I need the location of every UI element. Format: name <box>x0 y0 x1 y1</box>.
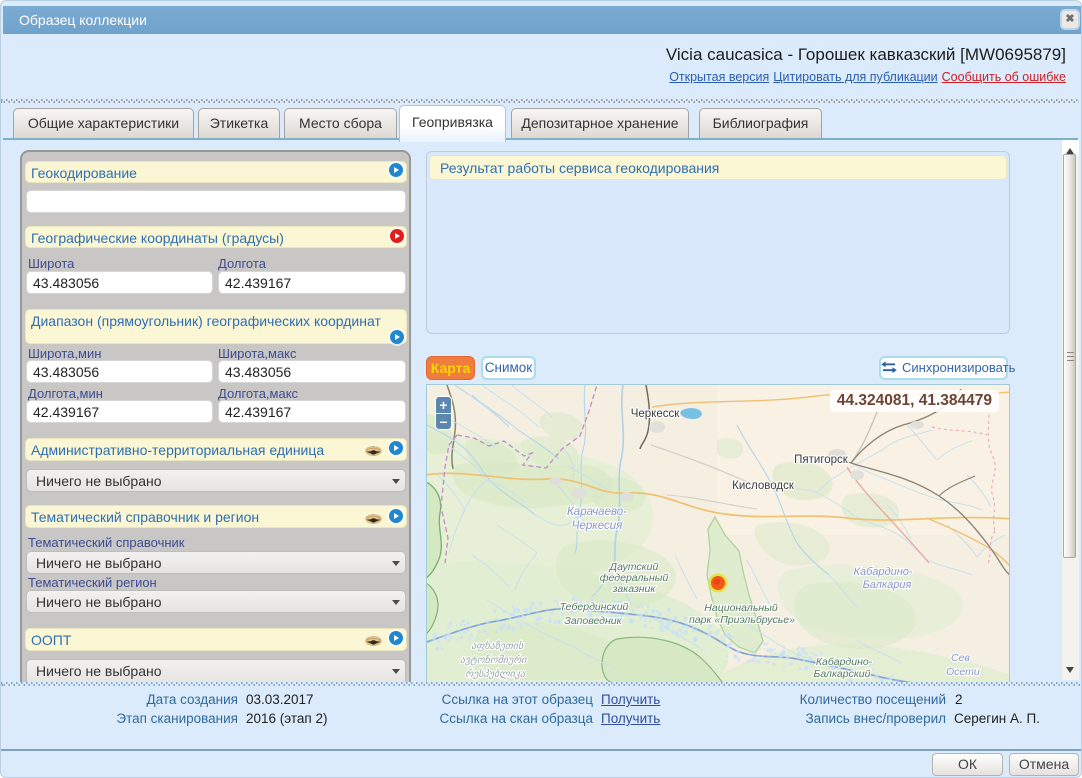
svg-text:Кабардино-: Кабардино- <box>816 656 873 668</box>
svg-text:Балкария: Балкария <box>863 579 912 591</box>
svg-text:Балкарский: Балкарский <box>813 668 870 680</box>
svg-text:Тебердинский: Тебердинский <box>560 601 629 613</box>
svg-text:заказник: заказник <box>612 583 657 595</box>
svg-text:აფხაზეთის: აფხაზეთის <box>471 640 524 652</box>
svg-text:Кисловодск: Кисловодск <box>732 480 795 492</box>
svg-text:ავტონომიური: ავტონომიური <box>460 654 528 666</box>
svg-text:Пятигорск: Пятигорск <box>794 454 849 466</box>
svg-text:Черкесск: Черкесск <box>631 408 681 420</box>
svg-text:რესპუბლიკა: რესპუბლიკა <box>465 668 526 680</box>
svg-text:Карачаево-: Карачаево- <box>567 506 627 518</box>
svg-text:Черкесия: Черкесия <box>572 520 623 532</box>
svg-text:парк «Приэльбрусье»: парк «Приэльбрусье» <box>689 614 795 626</box>
svg-text:Кабардино-: Кабардино- <box>853 566 912 578</box>
svg-text:Сев: Сев <box>951 652 970 664</box>
svg-text:Осети: Осети <box>946 666 980 678</box>
svg-text:Заповедник: Заповедник <box>564 615 622 627</box>
svg-text:Национальный: Национальный <box>704 602 778 614</box>
